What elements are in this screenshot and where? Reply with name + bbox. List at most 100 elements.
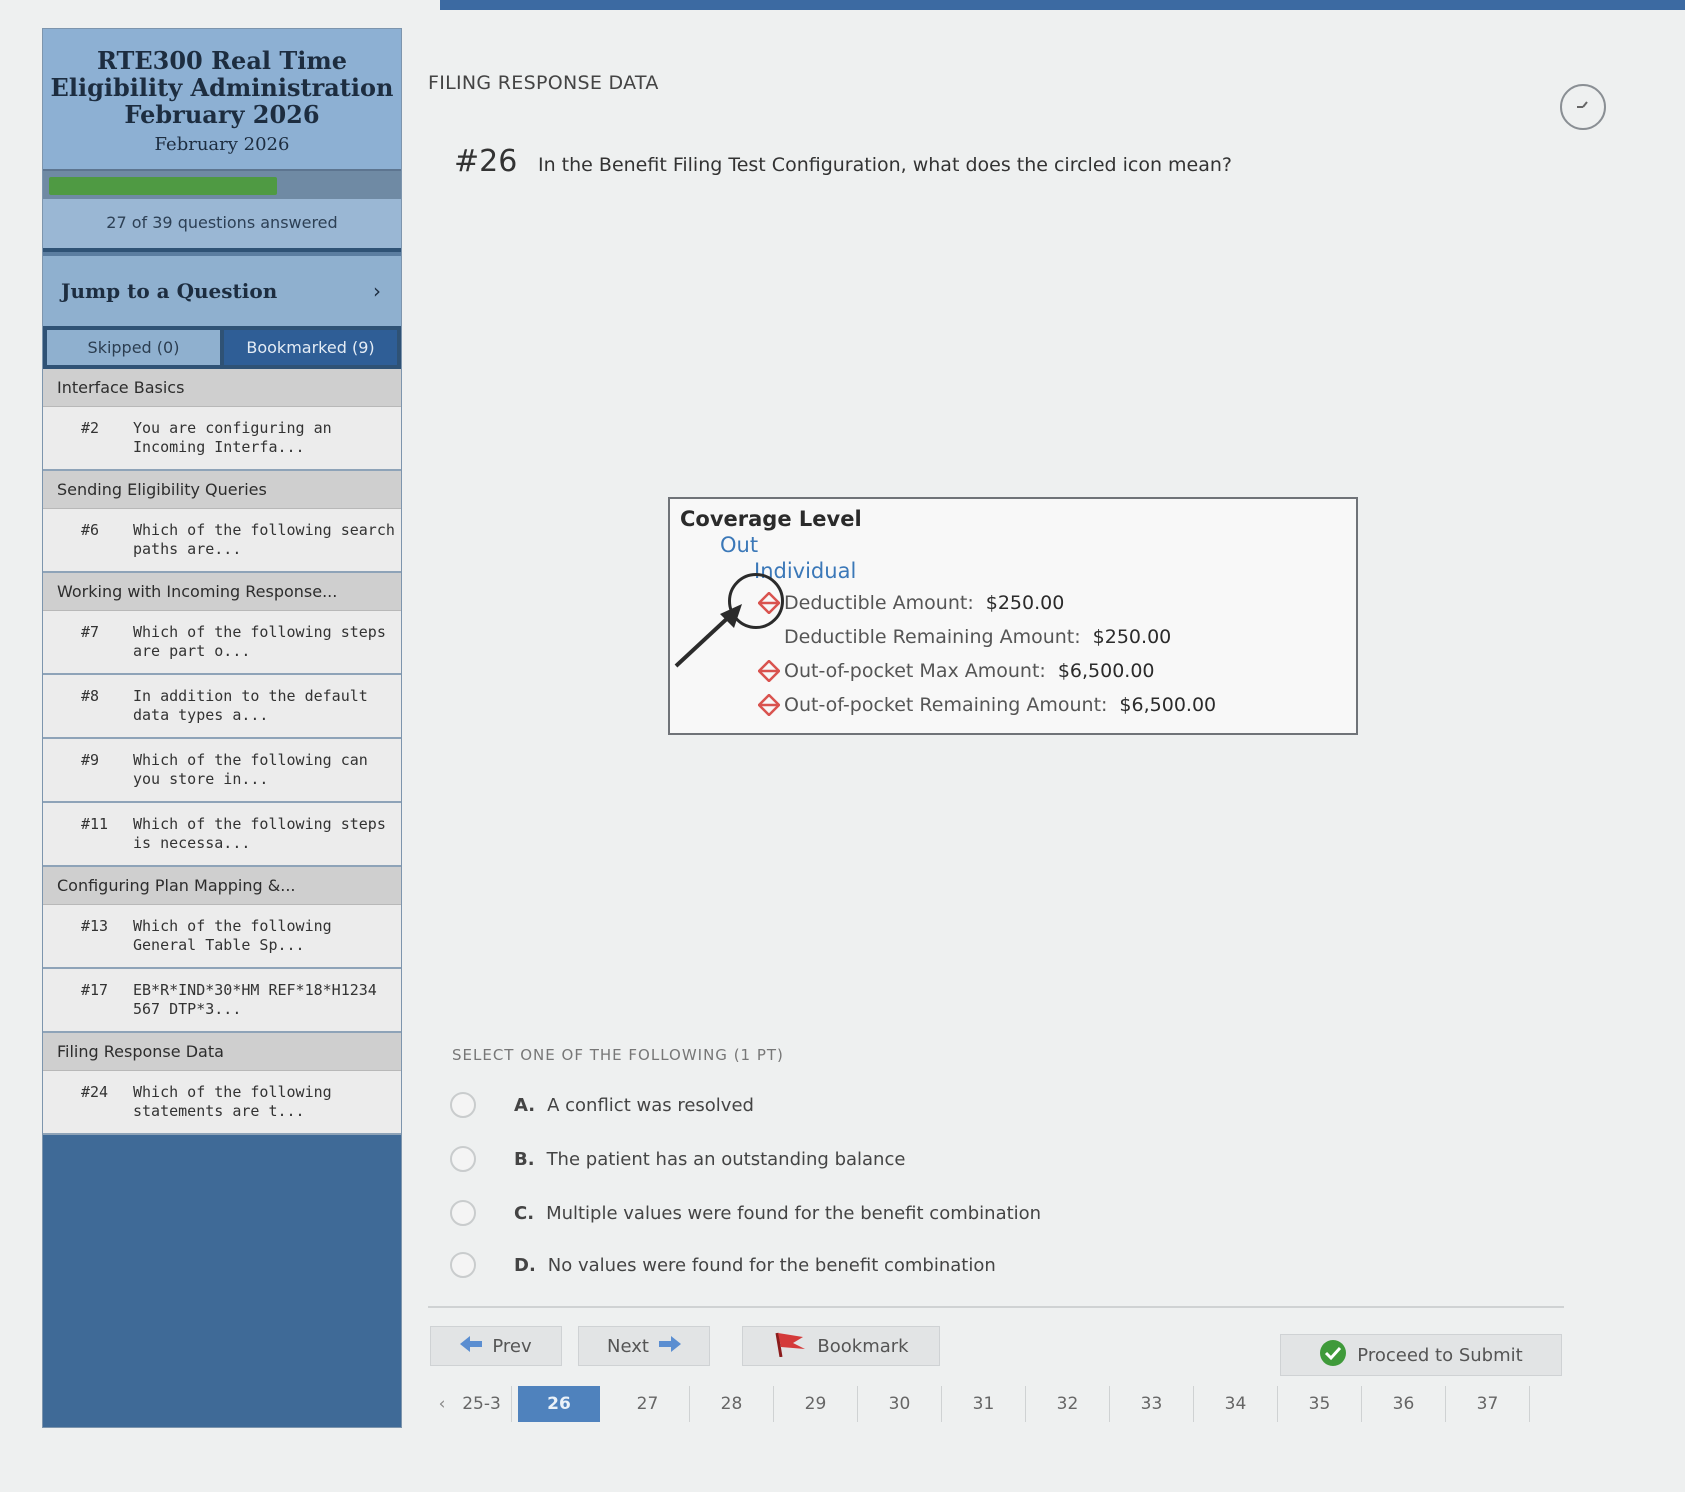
- question-pager: ‹ 25-3 26 27 28 29 30 31 32 33 34 35 36 37: [432, 1386, 1530, 1422]
- coverage-title: Coverage Level: [680, 507, 862, 531]
- pager-page[interactable]: 31: [942, 1386, 1026, 1422]
- warning-diamond-icon: [758, 660, 780, 682]
- question-list-item[interactable]: #11 Which of the following steps is neces…: [43, 803, 401, 867]
- answer-option[interactable]: A. A conflict was resolved: [450, 1092, 754, 1118]
- question-filter-tabs: Skipped (0) Bookmarked (9): [43, 326, 401, 369]
- answer-letter: A.: [514, 1094, 536, 1116]
- question-list-text: In addition to the default data types a.…: [133, 687, 368, 724]
- pager-page[interactable]: 28: [690, 1386, 774, 1422]
- pager-back-icon[interactable]: ‹: [432, 1394, 452, 1414]
- clock-icon[interactable]: [1560, 84, 1606, 130]
- question-list-text: Which of the following steps is necessa.…: [133, 815, 386, 852]
- warning-diamond-icon: [758, 694, 780, 716]
- answer-letter: D.: [514, 1254, 536, 1276]
- question-list-item[interactable]: #2 You are configuring an Incoming Interf…: [43, 407, 401, 471]
- exam-header: RTE300 Real Time Eligibility Administrat…: [43, 29, 401, 169]
- question-list-number: #13: [81, 917, 109, 935]
- jump-to-question-label: Jump to a Question: [61, 279, 278, 303]
- question-list-text: Which of the following search paths are.…: [133, 521, 395, 558]
- answer-text: The patient has an outstanding balance: [546, 1148, 906, 1170]
- answered-count: 27 of 39 questions answered: [43, 199, 401, 252]
- answer-option[interactable]: C. Multiple values were found for the ben…: [450, 1200, 1041, 1226]
- chevron-right-icon: ›: [373, 279, 381, 303]
- question-number: #26: [454, 144, 518, 179]
- coverage-row: Out-of-pocket Max Amount: $6,500.00: [680, 657, 1346, 685]
- question-list-item[interactable]: #17 EB*R*IND*30*HM REF*18*H1234 567 DTP*3…: [43, 969, 401, 1033]
- pager-page[interactable]: 34: [1194, 1386, 1278, 1422]
- exam-title: RTE300 Real Time Eligibility Administrat…: [50, 46, 394, 129]
- pager-page[interactable]: 33: [1110, 1386, 1194, 1422]
- answer-radio[interactable]: [450, 1200, 476, 1226]
- answer-radio[interactable]: [450, 1092, 476, 1118]
- pager-page[interactable]: 30: [858, 1386, 942, 1422]
- coverage-row: Out-of-pocket Remaining Amount: $6,500.00: [680, 691, 1346, 719]
- answer-radio[interactable]: [450, 1146, 476, 1172]
- pager-page[interactable]: 36: [1362, 1386, 1446, 1422]
- answer-option[interactable]: D. No values were found for the benefit c…: [450, 1252, 996, 1278]
- top-accent-strip: [440, 0, 1685, 10]
- coverage-row-label: Out-of-pocket Remaining Amount:: [784, 694, 1108, 716]
- pager-page[interactable]: 35: [1278, 1386, 1362, 1422]
- section-header: Interface Basics: [43, 369, 401, 407]
- pager-page[interactable]: 26: [518, 1386, 600, 1422]
- section-header: Filing Response Data: [43, 1033, 401, 1071]
- pager-page[interactable]: 27: [606, 1386, 690, 1422]
- coverage-individual: Individual: [754, 559, 857, 583]
- question-text: In the Benefit Filing Test Configuration…: [538, 154, 1233, 176]
- prev-button[interactable]: Prev: [430, 1326, 562, 1366]
- divider: [428, 1306, 1564, 1308]
- question-list-item[interactable]: #8 In addition to the default data types …: [43, 675, 401, 739]
- question-list-text: Which of the following steps are part o.…: [133, 623, 386, 660]
- coverage-row-label: Deductible Amount:: [784, 592, 974, 614]
- pointer-arrow-icon: [674, 604, 742, 668]
- question-list-text: Which of the following General Table Sp.…: [133, 917, 332, 954]
- question-list-item[interactable]: #9 Which of the following can you store i…: [43, 739, 401, 803]
- question-list-item[interactable]: #6 Which of the following search paths ar…: [43, 509, 401, 573]
- sidebar: RTE300 Real Time Eligibility Administrat…: [42, 28, 402, 1428]
- question-list-item[interactable]: #24 Which of the following statements are…: [43, 1071, 401, 1135]
- flag-icon: [773, 1331, 807, 1361]
- answer-radio[interactable]: [450, 1252, 476, 1278]
- answer-text: A conflict was resolved: [547, 1094, 754, 1116]
- coverage-row-label: Out-of-pocket Max Amount:: [784, 660, 1046, 682]
- coverage-row-value: $6,500.00: [1119, 694, 1217, 716]
- question-list-number: #17: [81, 981, 109, 999]
- pager-page[interactable]: 32: [1026, 1386, 1110, 1422]
- coverage-row-value: $250.00: [985, 592, 1065, 614]
- question-list-item[interactable]: #13 Which of the following General Table …: [43, 905, 401, 969]
- proceed-to-submit-button[interactable]: Proceed to Submit: [1280, 1334, 1562, 1376]
- question-list-item[interactable]: #7 Which of the following steps are part …: [43, 611, 401, 675]
- question-list-number: #8: [81, 687, 100, 705]
- next-button[interactable]: Next: [578, 1326, 710, 1366]
- pager-page[interactable]: 37: [1446, 1386, 1530, 1422]
- question-list-number: #2: [81, 419, 100, 437]
- check-circle-icon: [1319, 1339, 1347, 1371]
- next-label: Next: [607, 1335, 649, 1357]
- coverage-row: Deductible Remaining Amount: $250.00: [680, 623, 1346, 651]
- coverage-out: Out: [720, 533, 759, 557]
- arrow-left-icon: [460, 1336, 483, 1356]
- answer-option[interactable]: B. The patient has an outstanding balance: [450, 1146, 905, 1172]
- bookmark-button[interactable]: Bookmark: [742, 1326, 940, 1366]
- coverage-row-value: $6,500.00: [1057, 660, 1155, 682]
- tab-skipped[interactable]: Skipped (0): [47, 330, 220, 365]
- pager-range[interactable]: 25-3: [452, 1386, 512, 1422]
- question-list-number: #9: [81, 751, 100, 769]
- question-list-text: EB*R*IND*30*HM REF*18*H1234 567 DTP*3...: [133, 981, 377, 1018]
- question-list-text: You are configuring an Incoming Interfa.…: [133, 419, 332, 456]
- tab-bookmarked[interactable]: Bookmarked (9): [224, 330, 397, 365]
- question-list-text: Which of the following can you store in.…: [133, 751, 368, 788]
- jump-to-question-button[interactable]: Jump to a Question ›: [43, 252, 401, 326]
- prev-label: Prev: [492, 1335, 532, 1357]
- section-title: FILING RESPONSE DATA: [428, 72, 659, 94]
- arrow-right-icon: [658, 1336, 681, 1356]
- answer-letter: B.: [514, 1148, 535, 1170]
- section-header: Sending Eligibility Queries: [43, 471, 401, 509]
- answer-letter: C.: [514, 1202, 535, 1224]
- answer-text: No values were found for the benefit com…: [547, 1254, 996, 1276]
- question-list-number: #7: [81, 623, 100, 641]
- pager-page[interactable]: 29: [774, 1386, 858, 1422]
- coverage-row-value: $250.00: [1092, 626, 1172, 648]
- select-instruction: SELECT ONE OF THE FOLLOWING (1 PT): [452, 1046, 784, 1064]
- question-list-number: #6: [81, 521, 100, 539]
